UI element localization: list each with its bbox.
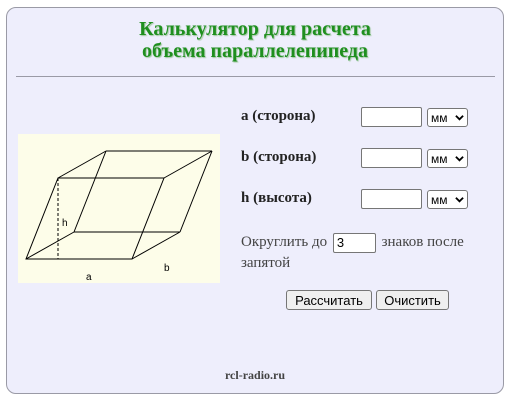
edge-back-right xyxy=(179,150,213,233)
field-a-unit-value: мм xyxy=(431,110,448,125)
edge-hidden-left xyxy=(25,231,75,260)
field-h-unit-value: мм xyxy=(431,192,448,207)
field-b-unit-select[interactable]: мм xyxy=(427,149,468,168)
rounding-row: Округлить до 3 знаков после запятой xyxy=(241,232,486,273)
edge-back-right-top xyxy=(163,150,213,179)
title-line-1: Калькулятор для расчета xyxy=(139,18,371,40)
field-b-input[interactable] xyxy=(361,148,422,168)
rounding-prefix: Округлить до xyxy=(241,234,328,250)
field-b-unit-value: мм xyxy=(431,151,448,166)
field-a-unit-select[interactable]: мм xyxy=(427,108,468,127)
chevron-down-icon xyxy=(455,197,464,203)
label-b: b xyxy=(164,263,170,274)
calculate-button[interactable]: Рассчитать xyxy=(286,290,372,310)
label-h: h xyxy=(62,218,68,229)
field-h-input[interactable] xyxy=(361,189,422,209)
edge-hidden-vertical xyxy=(73,150,107,233)
edge-bottom-right xyxy=(131,231,181,260)
label-a: a xyxy=(86,272,92,283)
rounding-input[interactable]: 3 xyxy=(332,232,376,253)
title-line-2: объема параллелепипеда xyxy=(141,40,369,62)
field-b-label: b (сторона) xyxy=(241,149,317,165)
field-h-unit-select[interactable]: мм xyxy=(427,190,468,209)
parallelepiped-diagram: h a b xyxy=(25,150,213,283)
clear-button[interactable]: Очистить xyxy=(376,290,449,310)
chevron-down-icon xyxy=(455,115,464,121)
edge-back-left-top xyxy=(57,150,107,179)
parallelepiped-figure: h a b xyxy=(18,134,220,283)
field-a-label: a (сторона) xyxy=(241,108,316,124)
page-title: Калькулятор для расчета объема параллеле… xyxy=(7,18,503,62)
calculator-card: Калькулятор для расчета объема параллеле… xyxy=(6,7,504,394)
footer-link[interactable]: rcl-radio.ru xyxy=(7,368,503,383)
field-a-input[interactable] xyxy=(361,107,422,127)
chevron-down-icon xyxy=(455,156,464,162)
field-h-label: h (высота) xyxy=(241,190,312,206)
divider xyxy=(16,76,495,77)
